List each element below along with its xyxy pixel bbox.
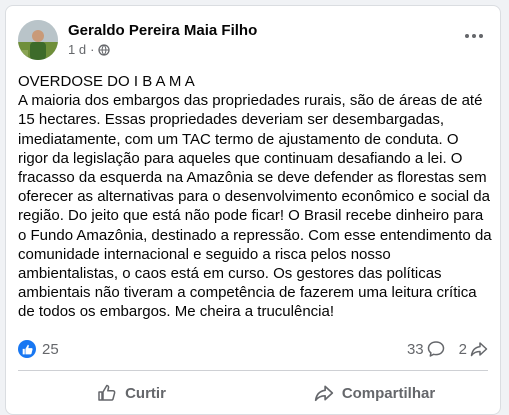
post-actions-bar: Curtir Compartilhar bbox=[10, 374, 496, 412]
share-icon bbox=[470, 342, 488, 357]
more-options-button[interactable] bbox=[462, 26, 486, 46]
thumbs-up-icon bbox=[98, 384, 116, 401]
comments-count-button[interactable]: 33 bbox=[407, 340, 445, 358]
comments-count: 33 bbox=[406, 340, 424, 358]
post-body: A maioria dos embargos das propriedades … bbox=[18, 92, 492, 321]
actions-divider bbox=[18, 370, 488, 371]
share-button[interactable]: Compartilhar bbox=[253, 374, 496, 412]
reactions-summary[interactable]: 25 bbox=[18, 340, 59, 358]
shares-count-button[interactable]: 2 bbox=[459, 340, 488, 358]
meta-separator: · bbox=[90, 42, 95, 57]
like-button-label: Curtir bbox=[125, 384, 166, 402]
shares-count: 2 bbox=[458, 340, 467, 358]
author-avatar[interactable] bbox=[18, 20, 58, 60]
globe-icon[interactable] bbox=[98, 43, 111, 56]
share-button-label: Compartilhar bbox=[341, 384, 436, 402]
like-button[interactable]: Curtir bbox=[10, 374, 253, 412]
more-horizontal-icon bbox=[465, 34, 483, 38]
post-meta: 1 d · bbox=[68, 42, 111, 57]
post-time[interactable]: 1 d bbox=[68, 42, 86, 57]
comment-icon bbox=[427, 341, 444, 357]
likes-count: 25 bbox=[42, 340, 59, 358]
post-title: OVERDOSE DO I B A M A bbox=[18, 73, 195, 90]
post-card: Geraldo Pereira Maia Filho 1 d · OVERDOS… bbox=[5, 5, 501, 415]
engagement-counts: 33 2 bbox=[407, 340, 488, 358]
share-icon bbox=[314, 385, 333, 402]
post-text: OVERDOSE DO I B A M A A maioria dos emba… bbox=[18, 72, 492, 322]
avatar-photo bbox=[18, 20, 58, 60]
like-reaction-icon bbox=[18, 340, 36, 358]
author-name[interactable]: Geraldo Pereira Maia Filho bbox=[68, 22, 257, 39]
